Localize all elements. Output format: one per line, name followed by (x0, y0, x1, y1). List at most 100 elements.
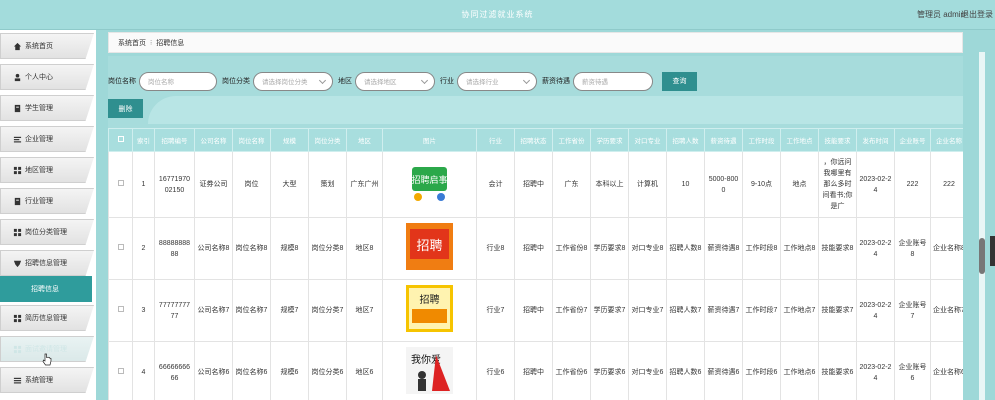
sidebar-item-label: 岗位分类管理 (25, 229, 67, 236)
table-cell: 2023-02-24 (856, 151, 895, 218)
table-cell: 岗位分类7 (308, 279, 347, 342)
table-cell: 行业8 (476, 217, 515, 280)
column-header: 工作地点 (780, 128, 819, 152)
table-cell: 2023-02-24 (856, 341, 895, 400)
sidebar-item-regions[interactable]: 地区管理 (0, 157, 94, 183)
table-cell: 岗位分类6 (308, 341, 347, 400)
salary-input[interactable]: 薪资待遇 (573, 71, 653, 91)
post-category-select[interactable]: 请选择岗位分类 (253, 71, 333, 91)
sidebar-item-resumes[interactable]: 简历信息管理 (0, 305, 94, 331)
table-cell: 222 (894, 151, 931, 218)
table-row[interactable]: 4 6666666666 公司名称6 岗位名称6 规模6 岗位分类6 地区6 我你爱 行业6 招聘… (108, 341, 963, 400)
table-cell: 工作时段6 (742, 341, 781, 400)
table-cell: 2023-02-24 (856, 279, 895, 342)
table-cell: 工作时段7 (742, 279, 781, 342)
row-checkbox[interactable] (117, 306, 124, 312)
table-cell: 企业名称6 (930, 341, 963, 400)
breadcrumb-separator: ⁝ (150, 39, 153, 47)
sidebar-subitem-recruitment-info[interactable]: 招聘信息 (0, 276, 92, 302)
table-cell: 地区8 (346, 217, 383, 280)
table-cell: 地区7 (346, 279, 383, 342)
table-cell: 公司名称7 (194, 279, 233, 342)
salary-label: 薪资待遇 (542, 78, 570, 85)
sidebar-item-students[interactable]: 学生管理 (0, 95, 94, 121)
table-cell: 企业名称8 (930, 217, 963, 280)
sidebar-item-label: 学生管理 (25, 105, 53, 112)
table-cell: 对口专业8 (628, 217, 667, 280)
sidebar-item-profile[interactable]: 个人中心 (0, 64, 94, 90)
sidebar-item-label: 企业管理 (25, 136, 53, 143)
industry-select[interactable]: 请选择行业 (457, 71, 537, 91)
vertical-scrollbar[interactable] (979, 52, 985, 400)
table-cell: 行业6 (476, 341, 515, 400)
delete-button[interactable]: 删除 (108, 99, 143, 118)
row-image-cell: 招聘启事 (382, 151, 477, 218)
sidebar-item-post-categories[interactable]: 岗位分类管理 (0, 219, 94, 245)
table-cell: 2 (132, 217, 155, 280)
table-cell: 企业名称7 (930, 279, 963, 342)
logout-link[interactable]: 退出登录 (961, 9, 993, 20)
table-cell: 招聘人数8 (666, 217, 705, 280)
table-cell: 学历要求6 (590, 341, 629, 400)
poster-text: 招聘 (416, 239, 442, 254)
table-cell: 8888888888 (154, 217, 195, 280)
breadcrumb: 系统首页 ⁝ 招聘信息 (108, 32, 963, 53)
table-cell: 1 (132, 151, 155, 218)
search-button[interactable]: 查询 (662, 71, 697, 91)
table-cell: 工作地点6 (780, 341, 819, 400)
breadcrumb-home[interactable]: 系统首页 (118, 38, 146, 48)
post-name-input[interactable]: 岗位名称 (139, 71, 217, 91)
search-form: 岗位名称 岗位名称 岗位分类 请选择岗位分类 地区 请选择地区 行业 请选择行业… (108, 71, 697, 91)
table-row[interactable]: 3 7777777777 公司名称7 岗位名称7 规模7 岗位分类7 地区7 招聘 行业7 招聘中… (108, 279, 963, 342)
sidebar-item-label: 招聘信息 (31, 286, 59, 293)
table-header-row: 索引 招聘编号 公司名称 岗位名称 规模 岗位分类 地区 图片 行业 招聘状态 … (108, 128, 963, 152)
region-label: 地区 (338, 78, 352, 85)
post-name-label: 岗位名称 (108, 78, 136, 85)
sidebar-item-recruitment-management[interactable]: 招聘信息管理 (0, 250, 94, 276)
breadcrumb-current: 招聘信息 (156, 39, 185, 47)
row-checkbox[interactable] (117, 368, 124, 374)
grid-icon (13, 166, 22, 175)
decorative-banner (148, 96, 963, 124)
table-cell: 薪资待遇8 (704, 217, 743, 280)
table-cell: 岗位名称8 (232, 217, 271, 280)
row-select-cell (108, 151, 133, 218)
column-header: 招聘状态 (514, 128, 553, 152)
select-all-checkbox[interactable] (117, 136, 124, 142)
sidebar-item-home[interactable]: 系统首页 (0, 33, 94, 59)
column-header: 规模 (270, 128, 309, 152)
column-header: 岗位名称 (232, 128, 271, 152)
recruit-poster-icon: 招聘 (406, 285, 453, 332)
table-cell: 岗位分类8 (308, 217, 347, 280)
table-cell: 策划 (308, 151, 347, 218)
person-icon (14, 73, 21, 82)
column-header: 企业名称 (930, 128, 963, 152)
table-cell: 招聘中 (514, 151, 553, 218)
sidebar-item-companies[interactable]: 企业管理 (0, 126, 94, 152)
table-cell: 公司名称8 (194, 217, 233, 280)
table-cell: 对口专业7 (628, 279, 667, 342)
region-select[interactable]: 请选择地区 (355, 71, 435, 91)
table-cell: 技能要求8 (818, 217, 857, 280)
scrollbar-thumb[interactable] (979, 238, 985, 274)
row-checkbox[interactable] (117, 244, 124, 250)
sidebar-item-label: 招聘信息管理 (25, 260, 67, 267)
table-cell: 大型 (270, 151, 309, 218)
select-all-cell (108, 128, 133, 152)
table-cell: 岗位名称7 (232, 279, 271, 342)
table-cell: 10 (666, 151, 705, 218)
post-category-placeholder: 请选择岗位分类 (262, 79, 308, 86)
sidebar-item-system[interactable]: 系统管理 (0, 367, 94, 393)
table-row[interactable]: 1 1677197002150 证券公司 岗位 大型 策划 广东广州 招聘启事 会计 招聘中 广东本… (108, 151, 963, 218)
table-cell: 招聘中 (514, 217, 553, 280)
row-checkbox[interactable] (117, 180, 124, 186)
sidebar-item-label: 系统管理 (25, 377, 53, 384)
list-icon (13, 136, 22, 143)
table-cell: 规模7 (270, 279, 309, 342)
chevron-down-icon (522, 76, 531, 84)
main-panel: 岗位名称 岗位名称 岗位分类 请选择岗位分类 地区 请选择地区 行业 请选择行业… (108, 56, 963, 400)
table-row[interactable]: 2 8888888888 公司名称8 岗位名称8 规模8 岗位分类8 地区8 招聘 行业8 招聘中… (108, 217, 963, 280)
table-cell: 招聘人数7 (666, 279, 705, 342)
table-cell: 广东 (552, 151, 591, 218)
sidebar-item-industries[interactable]: 行业管理 (0, 188, 94, 214)
